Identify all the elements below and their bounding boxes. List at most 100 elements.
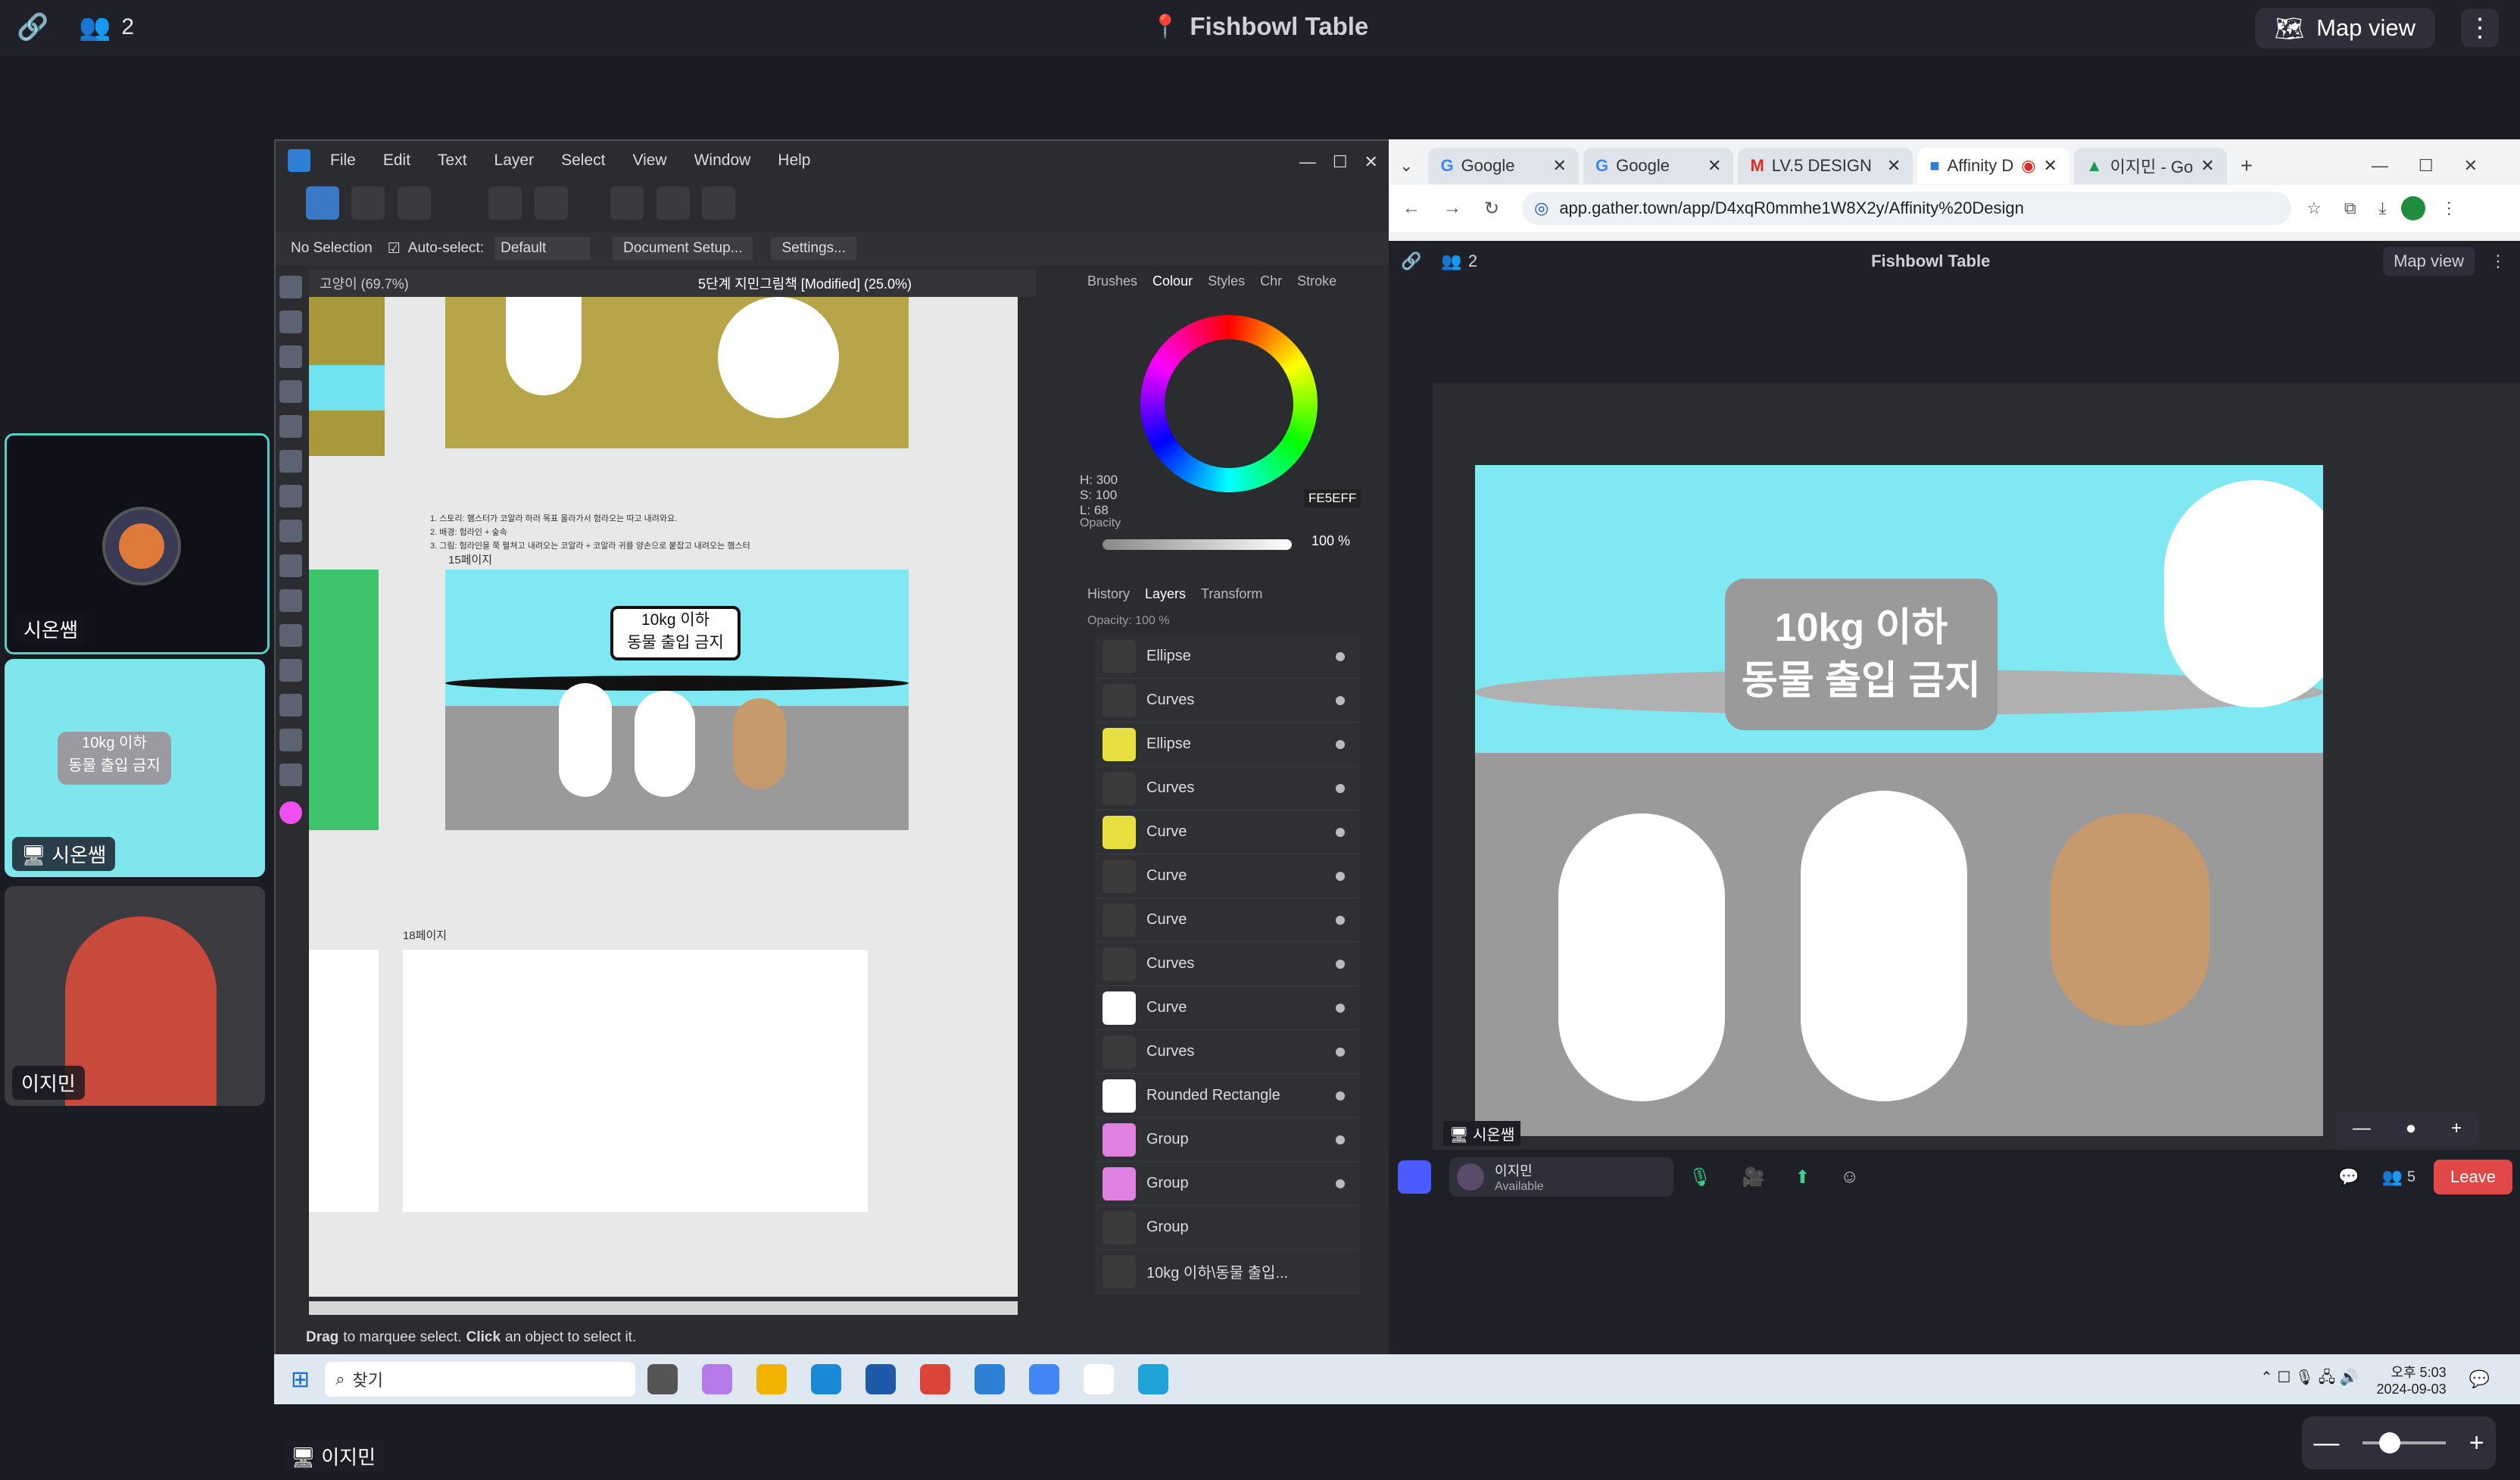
layer-row[interactable]: Rounded Rectangle — [1095, 1074, 1360, 1118]
task-view-icon[interactable] — [647, 1364, 678, 1394]
vector-brush-tool-icon[interactable] — [279, 520, 302, 542]
ellipse-tool-icon[interactable] — [279, 694, 302, 717]
layer-row[interactable]: Group — [1095, 1162, 1360, 1206]
app-icon[interactable] — [865, 1364, 897, 1394]
tab-colour[interactable]: Colour — [1152, 273, 1193, 289]
site-info-icon[interactable]: ◎ — [1534, 198, 1548, 218]
tab-brushes[interactable]: Brushes — [1087, 273, 1137, 289]
zoom-control[interactable]: — ● + — [2335, 1112, 2479, 1145]
layer-row[interactable]: Curve — [1095, 898, 1360, 942]
toolbar-button[interactable] — [610, 186, 644, 220]
gather-menu-button[interactable] — [1398, 1160, 1431, 1194]
participant-tile-sion[interactable]: 시온쌤 — [5, 433, 270, 654]
chrome-icon[interactable] — [920, 1364, 951, 1394]
doc-tab-active[interactable]: 5단계 지민그림책 [Modified] (25.0%) — [683, 273, 912, 293]
tab-gmail[interactable]: M LV.5 DESIGN ✕ — [1738, 148, 1913, 184]
reload-icon[interactable]: ↻ — [1484, 198, 1499, 220]
document-setup-button[interactable]: Document Setup... — [613, 237, 753, 260]
more-menu-button[interactable]: ⋮ — [2490, 251, 2506, 271]
extensions-icon[interactable]: ⧉ — [2344, 198, 2356, 218]
star-icon[interactable]: ☆ — [2306, 198, 2322, 218]
layer-row[interactable]: Ellipse — [1095, 635, 1360, 679]
zoom-slider[interactable] — [2362, 1432, 2447, 1453]
tab-character[interactable]: Chr — [1260, 273, 1282, 289]
windows-start-icon[interactable]: ⊞ — [291, 1366, 310, 1393]
export-persona-button[interactable] — [397, 186, 431, 220]
affinity-designer-icon[interactable] — [975, 1364, 1006, 1394]
window-controls[interactable]: — ☐ ✕ — [1299, 148, 1378, 173]
toolbar-button[interactable] — [534, 186, 568, 220]
menu-help[interactable]: Help — [778, 151, 810, 170]
download-icon[interactable]: ⤓ — [2379, 198, 2387, 218]
pencil-tool-icon[interactable] — [279, 485, 302, 507]
window-controls[interactable]: —☐✕ — [2372, 156, 2508, 176]
chrome-menu-icon[interactable]: ⋮ — [2440, 198, 2457, 218]
crop-tool-icon[interactable] — [279, 624, 302, 647]
transparency-tool-icon[interactable] — [279, 589, 302, 612]
layer-row[interactable]: 10kg 이하\동물 출입... — [1095, 1250, 1360, 1294]
clock[interactable]: 오후 5:03 2024-09-03 — [2377, 1362, 2447, 1397]
forward-icon[interactable]: → — [1443, 198, 1461, 219]
participant-tile-screenshare[interactable]: 10kg 이하 동물 출입 금지 🖥 시온쌤 — [5, 659, 265, 877]
more-menu-button[interactable]: ⋮ — [2461, 9, 2499, 47]
back-icon[interactable]: ← — [1402, 198, 1421, 219]
tab-styles[interactable]: Styles — [1208, 273, 1245, 289]
tab-search-icon[interactable]: ⌄ — [1399, 156, 1413, 176]
participant-tile-jimin[interactable]: 이지민 — [5, 886, 265, 1106]
link-icon[interactable]: 🔗 — [17, 12, 48, 42]
chat-icon[interactable]: 💬 — [2338, 1167, 2359, 1187]
tab-affinity-active[interactable]: ■ Affinity D ◉ ✕ — [1917, 148, 2069, 184]
layer-row[interactable]: Group — [1095, 1118, 1360, 1162]
layer-row[interactable]: Group — [1095, 1206, 1360, 1250]
microphone-icon[interactable]: 🎙 — [1689, 1166, 1711, 1188]
settings-button[interactable]: Settings... — [771, 237, 856, 260]
close-icon[interactable]: ✕ — [1708, 156, 1721, 176]
leave-button[interactable]: Leave — [2434, 1160, 2512, 1194]
toolbar-button[interactable] — [656, 186, 690, 220]
move-tool-icon[interactable] — [279, 276, 302, 298]
artboard-tool-icon[interactable] — [279, 311, 302, 333]
colour-swatch[interactable] — [279, 801, 302, 824]
layer-row[interactable]: Curves — [1095, 767, 1360, 810]
map-view-button[interactable]: Map view — [2383, 247, 2475, 276]
new-tab-button[interactable]: + — [2241, 154, 2253, 178]
node-tool-icon[interactable] — [279, 345, 302, 368]
layer-row[interactable]: Curve — [1095, 810, 1360, 854]
zoom-control[interactable]: — + — [2302, 1416, 2496, 1469]
autoselect-mode-select[interactable]: Default — [494, 237, 591, 260]
layer-row[interactable]: Curves — [1095, 1030, 1360, 1074]
text-tool-icon[interactable] — [279, 729, 302, 751]
emoji-icon[interactable]: ☺ — [1840, 1166, 1859, 1188]
pen-tool-icon[interactable] — [279, 450, 302, 473]
toolbar-button[interactable] — [488, 186, 522, 220]
pixel-persona-button[interactable] — [351, 186, 385, 220]
taskbar-search[interactable]: ⌕ 찾기 — [325, 1362, 636, 1397]
menu-edit[interactable]: Edit — [383, 151, 410, 170]
url-field[interactable]: ◎ app.gather.town/app/D4xqR0mmhe1W8X2y/A… — [1522, 192, 2292, 225]
menu-text[interactable]: Text — [438, 151, 467, 170]
canvas[interactable]: 1. 스토리: 햄스터가 코알라 하러 목표 올라가서 험라오는 따고 내려와요… — [309, 297, 1018, 1297]
tab-stroke[interactable]: Stroke — [1297, 273, 1336, 289]
file-explorer-icon[interactable] — [756, 1364, 788, 1394]
colour-wheel[interactable] — [1140, 315, 1318, 492]
zoom-out-button[interactable]: — — [2313, 1428, 2339, 1458]
doc-tab[interactable]: 고양이 (69.7%) — [309, 273, 683, 293]
rectangle-tool-icon[interactable] — [279, 659, 302, 682]
point-transform-tool-icon[interactable] — [279, 380, 302, 403]
tab-transform[interactable]: Transform — [1201, 586, 1262, 602]
google-docs-icon[interactable] — [1029, 1364, 1060, 1394]
map-view-button[interactable]: 🗺 Map view — [2254, 8, 2435, 48]
menu-window[interactable]: Window — [694, 151, 751, 170]
autoselect-checkbox[interactable]: ☑ — [388, 240, 401, 258]
menu-layer[interactable]: Layer — [494, 151, 535, 170]
zoom-tool-icon[interactable] — [279, 763, 302, 786]
layer-row[interactable]: Curve — [1095, 986, 1360, 1030]
edge-icon[interactable] — [811, 1364, 842, 1394]
camera-icon[interactable]: 🎥 — [1742, 1166, 1764, 1188]
layer-row[interactable]: Ellipse — [1095, 723, 1360, 767]
close-icon[interactable]: ✕ — [1553, 156, 1567, 176]
notification-icon[interactable]: 💬 — [2469, 1369, 2490, 1389]
tab-google[interactable]: G Google ✕ — [1428, 148, 1579, 184]
designer-persona-button[interactable] — [306, 186, 339, 220]
hex-field[interactable]: FE5EFF — [1304, 489, 1361, 507]
